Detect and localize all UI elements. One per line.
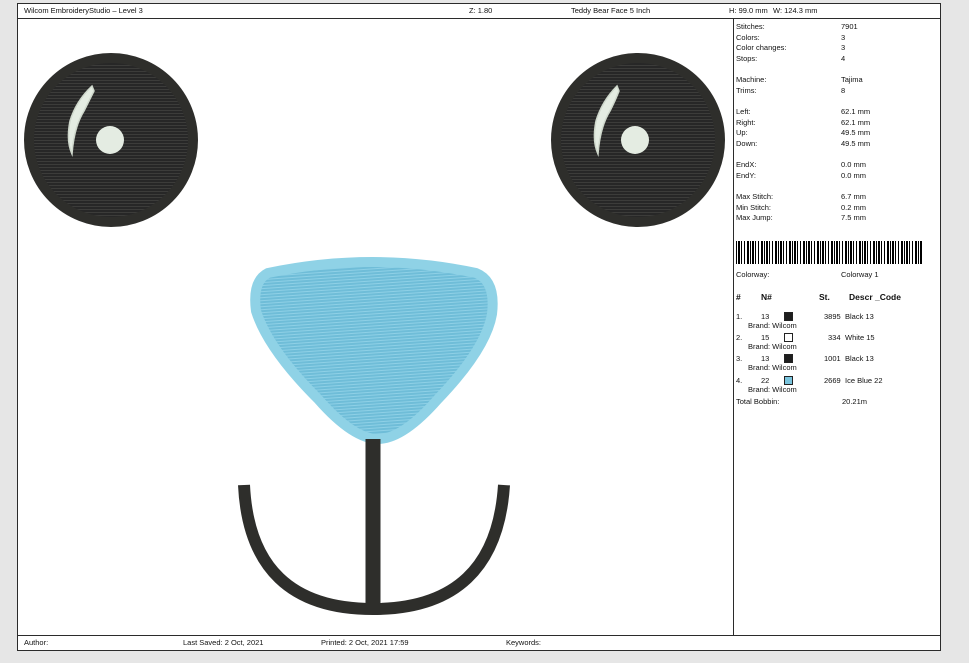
thread-swatch	[784, 312, 793, 321]
last-saved: Last Saved: 2 Oct, 2021	[183, 638, 264, 647]
app-title: Wilcom EmbroideryStudio – Level 3	[24, 6, 143, 15]
thread-swatch	[784, 376, 793, 385]
design-name: Teddy Bear Face 5 Inch	[571, 6, 651, 15]
col-header-descr: Descr _Code	[849, 292, 901, 302]
nose-icon	[250, 257, 498, 444]
right-eye-icon	[551, 53, 725, 227]
col-header-number: N#	[761, 292, 772, 302]
thread-row: 2. 15 334 White 15 Brand: Wilcom	[736, 333, 875, 351]
embroidery-design	[24, 53, 725, 616]
mouth-icon	[238, 439, 510, 616]
col-header-index: #	[736, 292, 741, 302]
col-header-stitches: St.	[819, 292, 830, 302]
barcode-icon	[736, 241, 922, 264]
thread-row: 1. 13 3895 Black 13 Brand: Wilcom	[736, 312, 874, 330]
design-canvas	[18, 19, 734, 636]
keywords-label: Keywords:	[506, 638, 542, 647]
footer-bar: Author: Last Saved: 2 Oct, 2021 Printed:…	[18, 635, 940, 650]
colorway-label: Colorway:	[736, 270, 770, 279]
design-info-panel: Stitches: 7901 Colors: 3 Color changes: 3 S…	[736, 22, 940, 634]
author-label: Author:	[24, 638, 49, 647]
zoom-level: Z: 1.80	[469, 6, 493, 15]
right-eye-glint	[621, 126, 649, 154]
left-eye-glint	[96, 126, 124, 154]
thread-row: 3. 13 1001 Black 13 Brand: Wilcom	[736, 354, 874, 372]
design-width: W: 124.3 mm	[773, 6, 818, 15]
thread-row: 4. 22 2669 Ice Blue 22 Brand: Wilcom	[736, 376, 883, 394]
printed-date: Printed: 2 Oct, 2021 17:59	[321, 638, 409, 647]
total-bobbin: Total Bobbin: 20.21m	[736, 397, 868, 406]
thread-swatch	[784, 333, 793, 342]
design-height: H: 99.0 mm	[729, 6, 768, 15]
colorway-value: Colorway 1	[841, 270, 879, 279]
left-eye-icon	[24, 53, 198, 227]
header-bar: Wilcom EmbroideryStudio – Level 3 Z: 1.8…	[18, 4, 940, 19]
thread-swatch	[784, 354, 793, 363]
print-preview-sheet: Wilcom EmbroideryStudio – Level 3 Z: 1.8…	[17, 3, 941, 651]
nose-shape	[250, 257, 498, 444]
